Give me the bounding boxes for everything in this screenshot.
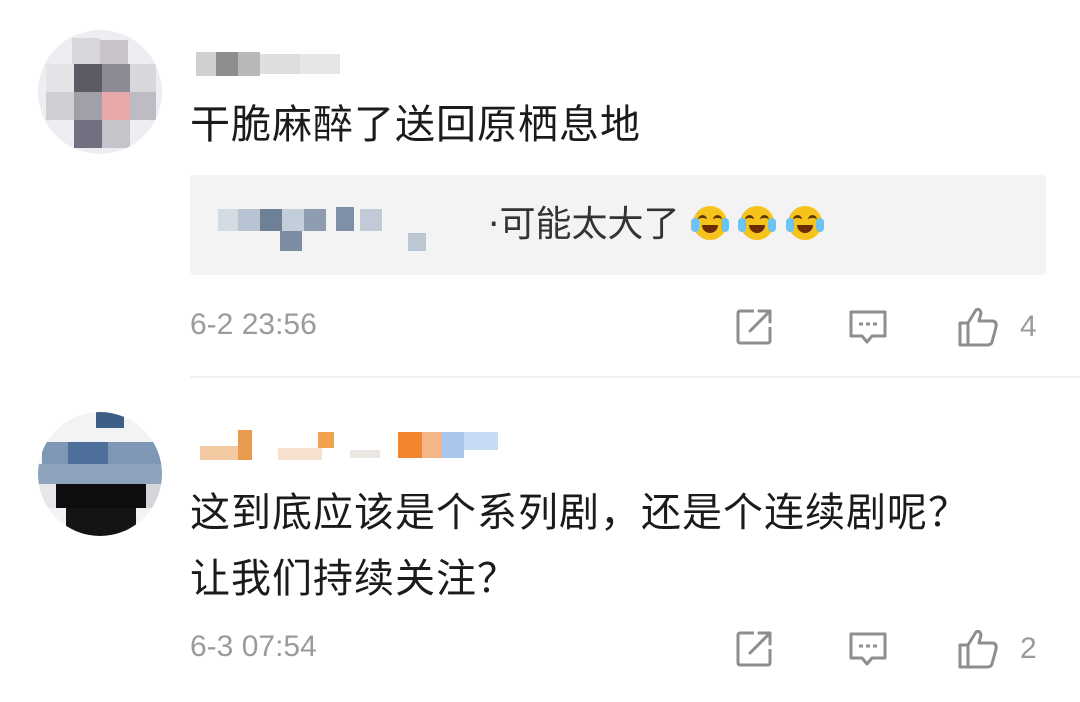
comment-text: 干脆麻醉了送回原栖息地	[190, 92, 641, 158]
username-blurred[interactable]	[190, 44, 350, 78]
comment-text-line: 干脆麻醉了送回原栖息地	[190, 102, 641, 148]
comment-text-line: 这到底应该是个系列剧，还是个连续剧呢？	[190, 490, 969, 536]
laugh-cry-icon	[785, 206, 824, 240]
comment-icon	[849, 310, 887, 344]
share-icon	[736, 631, 772, 667]
username-blurred[interactable]	[190, 424, 510, 460]
comment-meta-bar: 6-2 23:56 4	[0, 298, 1080, 358]
share-icon	[736, 309, 772, 345]
share-button[interactable]	[732, 624, 776, 674]
thumbs-up-icon	[958, 629, 998, 669]
laugh-cry-icon	[738, 206, 777, 240]
avatar[interactable]	[38, 412, 162, 536]
reply-preview[interactable]: ·可能太大了	[190, 175, 1046, 275]
reply-button[interactable]	[846, 302, 890, 352]
thumbs-up-icon	[958, 307, 998, 347]
comment-meta-bar: 6-3 07:54 2	[0, 620, 1080, 680]
like-count: 4	[1020, 310, 1037, 343]
avatar[interactable]	[38, 30, 162, 154]
comment-text-line: 让我们持续关注？	[190, 556, 518, 602]
reply-button[interactable]	[846, 624, 890, 674]
laugh-cry-icon	[690, 206, 729, 240]
like-button[interactable]: 4	[956, 302, 1037, 352]
reply-text: ·可能太大了	[488, 204, 680, 245]
share-button[interactable]	[732, 302, 776, 352]
like-count: 2	[1020, 632, 1037, 665]
divider	[190, 376, 1080, 378]
timestamp: 6-2 23:56	[190, 308, 317, 341]
reply-username-blurred	[214, 203, 474, 253]
timestamp: 6-3 07:54	[190, 630, 317, 663]
like-button[interactable]: 2	[956, 624, 1037, 674]
reply-text-row: ·可能太大了	[488, 197, 824, 253]
comment-item: 干脆麻醉了送回原栖息地 ·可能太大了 6-2 23:56 4	[0, 0, 1080, 378]
comment-text: 这到底应该是个系列剧，还是个连续剧呢？ 让我们持续关注？	[190, 480, 969, 612]
comment-icon	[849, 632, 887, 666]
